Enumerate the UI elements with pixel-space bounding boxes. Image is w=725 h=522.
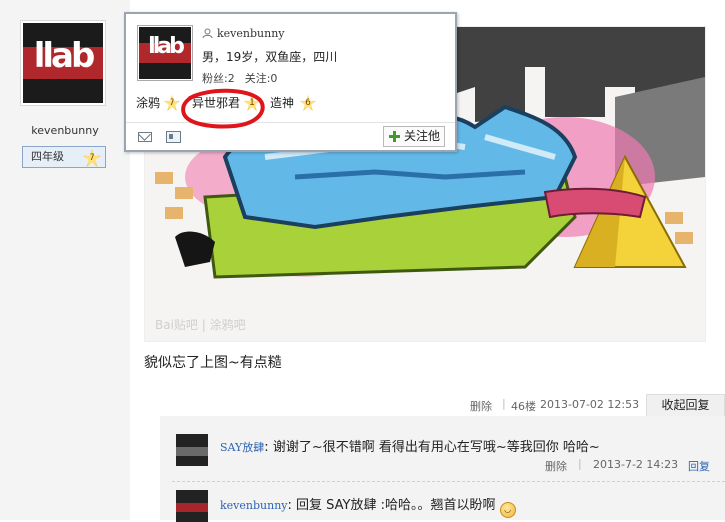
avatar[interactable]: llab [20, 20, 106, 106]
separator: | [502, 397, 506, 410]
comment-text: SAY放肆: 谢谢了~很不错啊 看得出有用心在写哦~等我回你 哈哈~ [220, 440, 600, 455]
plus-icon [389, 131, 400, 142]
comment-body: 谢谢了~很不错啊 看得出有用心在写哦~等我回你 哈哈~ [272, 440, 600, 455]
post-caption: 貌似忘了上图~有点糙 [144, 355, 282, 371]
comment-author[interactable]: SAY放肆 [220, 441, 264, 454]
avatar-logo-text: llab [33, 36, 96, 76]
floor-number: 46楼 [511, 400, 536, 413]
comment-text: kevenbunny: 回复 SAY放肆 :哈哈。。翘首以盼啊 ◡ [220, 494, 516, 518]
image-watermark: Bai贴吧 | 涂鸦吧 [155, 318, 246, 332]
fans-count[interactable]: 粉丝:2 [202, 72, 235, 85]
profile-card-icon[interactable] [166, 131, 181, 143]
user-icon [202, 28, 213, 39]
comment-delete-link[interactable]: 删除 [545, 458, 567, 474]
follow-button[interactable]: 关注他 [383, 126, 445, 147]
avatar-logo: llab [139, 27, 191, 79]
level-badge[interactable]: 四年级 7 [22, 146, 106, 168]
popup-actions: 关注他 [126, 122, 455, 151]
user-profile-info: 男，19岁，双鱼座，四川 [202, 50, 338, 64]
forum-badge[interactable]: 造神 6 [270, 94, 316, 111]
comment-avatar[interactable] [176, 490, 208, 522]
message-icon[interactable] [138, 132, 152, 142]
comment-body: 回复 SAY放肆 :哈哈。。翘首以盼啊 [296, 498, 496, 513]
comment-divider [172, 481, 725, 482]
post-date: 2013-07-02 12:53 [540, 398, 640, 411]
separator: | [578, 457, 582, 470]
comment-date: 2013-7-2 14:23 [593, 458, 679, 471]
red-annotation-circle [181, 88, 265, 129]
follow-button-label: 关注他 [404, 129, 441, 143]
forum-badge-name: 造神 [270, 96, 295, 110]
left-user-column: llab kevenbunny 四年级 7 [0, 0, 130, 520]
level-star-icon: 7 [83, 149, 101, 167]
forum-badge[interactable]: 涂鸦 7 [136, 94, 180, 111]
collapse-replies-button[interactable]: 收起回复 [646, 394, 725, 416]
comment-avatar[interactable] [176, 434, 208, 466]
forum-badge-name: 涂鸦 [136, 96, 161, 110]
post-meta-row: 删除 | 46楼 2013-07-02 12:53 收起回复 [0, 394, 725, 416]
following-count[interactable]: 关注:0 [245, 72, 278, 85]
username[interactable]: kevenbunny [0, 124, 130, 137]
avatar-logo: llab [23, 23, 103, 103]
popup-username[interactable]: kevenbunny [217, 27, 285, 40]
comment-author[interactable]: kevenbunny [220, 499, 288, 512]
level-star-icon: 6 [300, 95, 316, 111]
level-label: 四年级 [31, 150, 64, 163]
emoji-smile-icon: ◡ [499, 502, 516, 518]
fans-follow-counts: 粉丝:2 关注:0 [202, 70, 277, 86]
comment-reply-link[interactable]: 回复 [688, 458, 710, 474]
delete-link[interactable]: 删除 [470, 398, 492, 414]
user-info-popup: llab kevenbunny 男，19岁，双鱼座，四川 粉丝:2 关注:0 涂鸦… [124, 12, 457, 152]
popup-avatar[interactable]: llab [137, 25, 193, 81]
avatar-logo-text: llab [148, 34, 185, 60]
